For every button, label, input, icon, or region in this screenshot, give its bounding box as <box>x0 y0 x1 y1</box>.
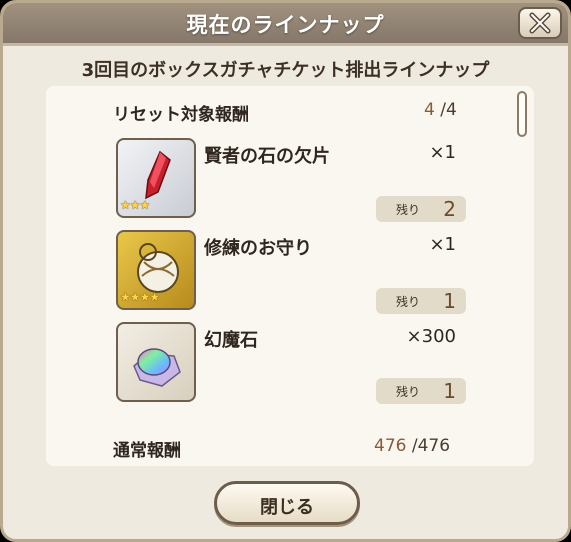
remaining-count: 1 <box>443 289 456 313</box>
dialog-subtitle: 3回目のボックスガチャチケット排出ラインナップ <box>81 60 490 81</box>
dialog-title: 現在のラインナップ <box>186 13 385 37</box>
normal-section-count: 476 /476 <box>374 436 450 456</box>
item-name: 賢者の石の欠片 <box>204 146 330 167</box>
remaining-badge: 残り 1 <box>376 378 466 404</box>
remaining-badge: 残り 2 <box>376 196 466 222</box>
remaining-label: 残り <box>396 203 421 217</box>
normal-section-label: 通常報酬 <box>113 441 181 461</box>
close-x-button[interactable] <box>518 7 562 39</box>
close-icon <box>529 12 551 34</box>
remaining-label: 残り <box>396 295 421 309</box>
item-quantity: ×1 <box>429 142 456 163</box>
remaining-count: 1 <box>443 379 456 403</box>
lineup-dialog: 現在のラインナップ 3回目のボックスガチャチケット排出ラインナップ リセット対象… <box>0 0 571 542</box>
remaining-label: 残り <box>396 385 421 399</box>
lineup-list[interactable]: リセット対象報酬 4 /4 ★★★ 賢者の石の欠片 ×1 残り 2 ★★★★ 修… <box>46 86 534 466</box>
remaining-badge: 残り 1 <box>376 288 466 314</box>
reset-count-current: 4 <box>424 100 435 120</box>
item-name: 幻魔石 <box>204 330 258 351</box>
reset-count-total: /4 <box>440 100 457 120</box>
stone-graphic <box>133 348 181 387</box>
item-quantity: ×1 <box>429 234 456 255</box>
rarity-stars: ★★★★ <box>120 290 160 304</box>
item-quantity: ×300 <box>406 326 456 347</box>
rarity-stars: ★★★ <box>120 198 150 212</box>
title-bar: 現在のラインナップ <box>3 3 568 46</box>
item-name: 修練のお守り <box>204 238 312 259</box>
close-button[interactable]: 閉じる <box>214 481 360 525</box>
remaining-count: 2 <box>443 197 456 221</box>
normal-count-current: 476 <box>374 436 407 456</box>
red-crystal-icon[interactable]: ★★★ <box>116 138 196 218</box>
rainbow-stone-icon[interactable] <box>116 322 196 402</box>
list-scrollbar[interactable] <box>517 91 527 137</box>
gold-amulet-icon[interactable]: ★★★★ <box>116 230 196 310</box>
reset-section-count: 4 /4 <box>424 100 457 120</box>
normal-count-total: /476 <box>411 436 451 456</box>
close-button-label: 閉じる <box>260 497 314 518</box>
reset-section-label: リセット対象報酬 <box>113 105 249 125</box>
